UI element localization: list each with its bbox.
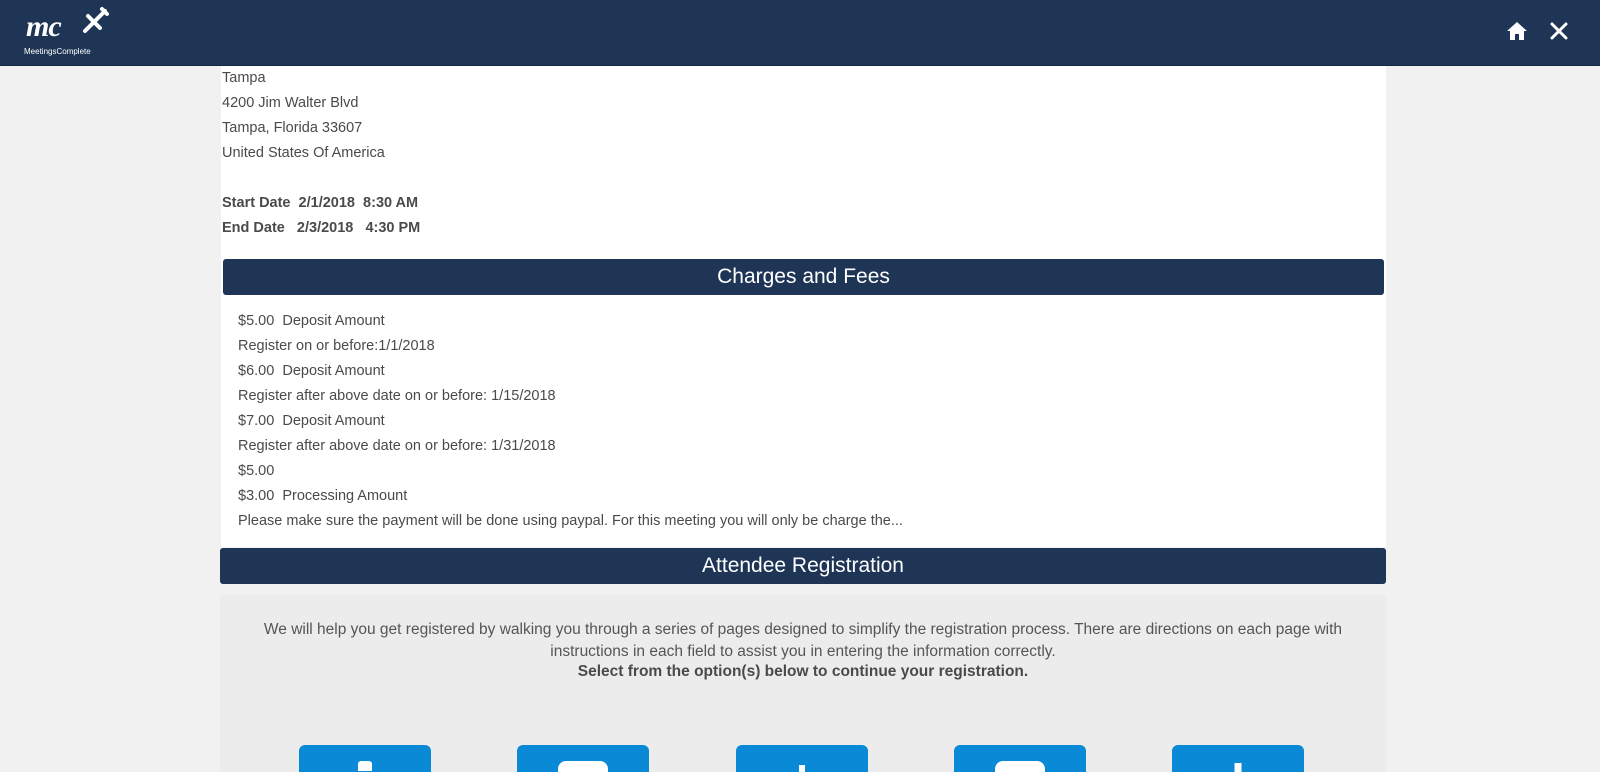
fee-line: $7.00 Deposit Amount bbox=[238, 413, 385, 429]
address-street: 4200 Jim Walter Blvd bbox=[222, 95, 359, 111]
fee-line: Register on or before:1/1/2018 bbox=[238, 338, 435, 354]
plane-icon bbox=[83, 7, 109, 33]
registration-option-button[interactable] bbox=[736, 745, 868, 772]
attendee-registration-header: Attendee Registration bbox=[220, 548, 1386, 584]
registration-panel: We will help you get registered by walki… bbox=[220, 595, 1386, 772]
clipboard-icon bbox=[358, 761, 372, 771]
id-card-icon bbox=[995, 761, 1045, 772]
fee-line: $6.00 Deposit Amount bbox=[238, 363, 385, 379]
add-icon bbox=[1234, 763, 1242, 772]
fee-line: Register after above date on or before: … bbox=[238, 438, 556, 454]
card-icon bbox=[558, 761, 608, 772]
top-navbar: mc MeetingsComplete bbox=[0, 0, 1600, 66]
meetingscomplete-logo[interactable]: mc MeetingsComplete bbox=[22, 6, 112, 60]
fee-line: $5.00 Deposit Amount bbox=[238, 313, 385, 329]
close-icon[interactable] bbox=[1546, 18, 1572, 44]
registration-option-button[interactable] bbox=[299, 745, 431, 772]
registration-option-button[interactable] bbox=[1172, 745, 1304, 772]
meeting-details-panel: Tampa 4200 Jim Walter Blvd Tampa, Florid… bbox=[221, 66, 1386, 547]
logo-brand: MeetingsComplete bbox=[24, 47, 91, 56]
end-date: End Date 2/3/2018 4:30 PM bbox=[222, 220, 421, 236]
logo-text: mc bbox=[26, 10, 62, 43]
home-icon[interactable] bbox=[1504, 18, 1530, 44]
address-city-title: Tampa bbox=[222, 70, 266, 86]
person-icon bbox=[799, 765, 805, 772]
address-country: United States Of America bbox=[222, 145, 385, 161]
start-date: Start Date 2/1/2018 8:30 AM bbox=[222, 195, 419, 211]
fee-note: Please make sure the payment will be don… bbox=[238, 513, 903, 529]
address-city-state-zip: Tampa, Florida 33607 bbox=[222, 120, 363, 136]
fee-line: $3.00 Processing Amount bbox=[238, 488, 408, 504]
registration-intro: We will help you get registered by walki… bbox=[263, 621, 1343, 660]
fee-line: $5.00 bbox=[238, 463, 275, 479]
registration-option-button[interactable] bbox=[954, 745, 1086, 772]
fee-line: Register after above date on or before: … bbox=[238, 388, 556, 404]
registration-prompt: Select from the option(s) below to conti… bbox=[577, 663, 1029, 680]
registration-option-button[interactable] bbox=[517, 745, 649, 772]
charges-and-fees-header: Charges and Fees bbox=[223, 259, 1384, 295]
